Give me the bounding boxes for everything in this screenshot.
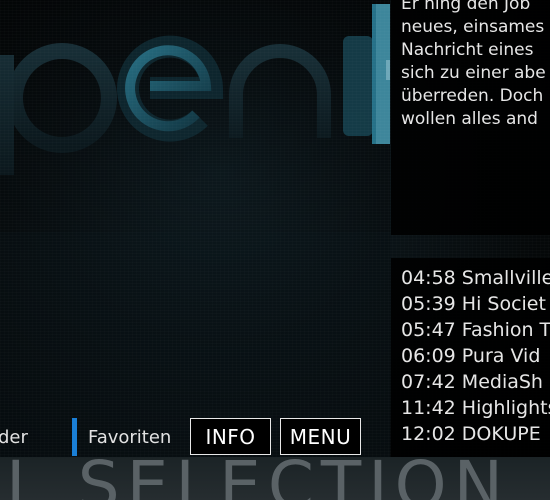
description-line: überreden. Doch — [401, 86, 544, 106]
menu-button[interactable]: MENU — [280, 418, 361, 455]
description-line: Er hing den Job — [401, 0, 531, 14]
channel-banner: L SELECTION — [0, 457, 550, 500]
schedule-item[interactable]: 05:39 Hi Societ — [391, 291, 550, 317]
schedule-item[interactable]: 07:42 MediaSh — [391, 369, 550, 395]
description-line: wollen alles and — [401, 109, 538, 129]
description-line: sich zu einer abe — [401, 63, 546, 83]
open-logo-graphic — [0, 4, 390, 175]
tv-guide-screen: Er hing den Job neues, einsames Nachrich… — [0, 0, 550, 500]
schedule-item[interactable]: 06:09 Pura Vid — [391, 343, 550, 369]
nav-item-favorites[interactable]: Favoriten — [88, 427, 171, 448]
nav-item-partial[interactable]: der — [0, 427, 28, 448]
description-panel: Er hing den Job neues, einsames Nachrich… — [391, 0, 550, 235]
schedule-item[interactable]: 05:47 Fashion T — [391, 317, 550, 343]
schedule-item[interactable]: 12:02 DOKUPE — [391, 421, 550, 447]
banner-text: L SELECTION — [6, 457, 511, 500]
info-button[interactable]: INFO — [190, 418, 271, 455]
nav-selection-marker — [72, 418, 77, 456]
schedule-item[interactable]: 11:42 Highlights — [391, 395, 550, 421]
schedule-item[interactable]: 04:58 Smallville — [391, 265, 550, 291]
schedule-panel: 04:58 Smallville 05:39 Hi Societ 05:47 F… — [391, 258, 550, 457]
description-line: Nachricht eines — [401, 40, 534, 60]
description-line: neues, einsames — [401, 17, 545, 37]
